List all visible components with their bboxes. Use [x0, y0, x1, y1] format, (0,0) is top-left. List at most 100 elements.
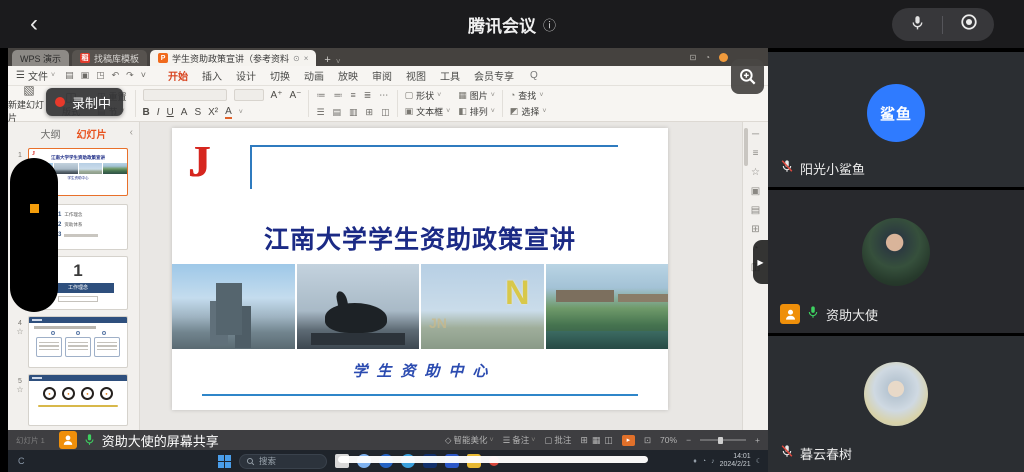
taskbar-widget-icon[interactable]: C	[18, 456, 25, 466]
windows-start-button[interactable]	[218, 455, 231, 468]
align-left-icon[interactable]: ☰	[316, 107, 324, 118]
zoom-out-button[interactable]: −	[686, 435, 691, 445]
italic-button[interactable]: I	[157, 107, 160, 118]
tray-icon[interactable]: ♦	[693, 458, 697, 465]
current-slide[interactable]: J 江南大学学生资助政策宣讲 JNN 学生资助中心	[172, 128, 668, 410]
participant-tile-3[interactable]: 暮云春树	[768, 336, 1024, 472]
notification-icon[interactable]: ☾	[756, 457, 762, 465]
preview-icon[interactable]: ◳	[96, 70, 105, 81]
ribbon-tab-review[interactable]: 审阅	[372, 68, 392, 83]
strikethrough-button[interactable]: S	[194, 107, 201, 118]
collapse-rail-icon[interactable]: ─	[752, 130, 759, 140]
slide-thumbnail-5[interactable]: ● ● ● ●	[28, 374, 128, 426]
ribbon-tab-transition[interactable]: 切换	[270, 68, 290, 83]
columns-icon[interactable]: ⊞	[366, 107, 374, 118]
ribbon-tab-view[interactable]: 视图	[406, 68, 426, 83]
star-icon[interactable]: ☆	[14, 385, 26, 394]
ribbon-tab-design[interactable]: 设计	[236, 68, 256, 83]
vertical-scrollbar[interactable]	[744, 128, 748, 166]
tray-icon[interactable]: ◔	[702, 458, 706, 465]
wps-document-tab-active[interactable]: P 学生资助政策宣讲（参考资料 ⊙ ×	[150, 50, 316, 66]
increase-font-icon[interactable]: A⁺	[271, 90, 283, 101]
screen-share-view[interactable]: WPS 演示 稻 找稿库模板 P 学生资助政策宣讲（参考资料 ⊙ × + ˅ ⊡…	[8, 48, 768, 472]
recording-badge[interactable]: 录制中	[46, 88, 123, 116]
reading-view-icon[interactable]: ◫	[604, 435, 613, 446]
slide-canvas[interactable]: J 江南大学学生资助政策宣讲 JNN 学生资助中心	[140, 122, 742, 430]
floating-toolbar-overlay[interactable]	[10, 158, 58, 312]
star-icon[interactable]: ☆	[14, 327, 26, 336]
ribbon-search-icon[interactable]: Q	[530, 70, 538, 81]
save-icon[interactable]: ▤	[65, 70, 74, 81]
wps-template-tab[interactable]: 稻 找稿库模板	[72, 50, 147, 66]
outdent-icon[interactable]: ≡	[350, 90, 355, 100]
find-button[interactable]: ◔查找˅	[506, 88, 551, 103]
indent-icon[interactable]: ≣	[364, 90, 372, 101]
window-sync-icon[interactable]: ◔	[705, 53, 710, 62]
align-right-icon[interactable]: ▥	[349, 107, 358, 118]
record-icon[interactable]	[960, 13, 978, 36]
tab-outline[interactable]: 大纲	[41, 126, 61, 141]
print-icon[interactable]: ▣	[81, 70, 90, 81]
ribbon-tab-member[interactable]: 会员专享	[474, 68, 514, 83]
notes-button[interactable]: ☰备注˅	[503, 434, 536, 446]
zoom-slider[interactable]	[700, 439, 746, 441]
line-spacing-icon[interactable]: ⋯	[379, 90, 388, 101]
ribbon-tab-home[interactable]: 开始	[168, 68, 188, 83]
participant-tile-1[interactable]: 鲨鱼 阳光小鲨鱼	[768, 52, 1024, 187]
textbox-button[interactable]: ▣文本框˅	[401, 104, 455, 119]
grid-rail-icon[interactable]: ⊞	[751, 225, 759, 235]
smart-beautify-button[interactable]: ◇智能美化˅	[445, 434, 494, 446]
wps-account-avatar[interactable]	[719, 53, 728, 62]
participant-tile-2[interactable]: 资助大使	[768, 190, 1024, 333]
slide-thumbnail-4[interactable]	[28, 316, 128, 368]
properties-icon[interactable]: ≡	[753, 149, 759, 159]
select-button[interactable]: ◩选择˅	[506, 104, 551, 119]
sorter-view-icon[interactable]: ▦	[592, 435, 601, 446]
underline-button[interactable]: U	[167, 107, 174, 118]
close-tab-icon[interactable]: ×	[304, 54, 309, 63]
slideshow-play-button[interactable]: ▸	[622, 435, 635, 446]
normal-view-icon[interactable]: ⊞	[580, 435, 588, 446]
collapse-panel-icon[interactable]: ‹	[130, 127, 133, 138]
arrange-button[interactable]: ◧排列˅	[454, 104, 499, 119]
gallery-icon[interactable]: ▣	[751, 187, 760, 197]
new-slide-button[interactable]: ▧ 新建幻灯片	[8, 86, 50, 121]
zoom-slider-thumb[interactable]	[718, 437, 723, 444]
ribbon-tab-tools[interactable]: 工具	[440, 68, 460, 83]
pin-tab-icon[interactable]: ⊙	[293, 54, 300, 63]
char-format-button[interactable]: A	[181, 107, 188, 118]
panel-expand-handle[interactable]: ▶	[753, 240, 768, 284]
font-size-select[interactable]	[234, 89, 264, 101]
zoom-in-share-button[interactable]	[731, 59, 764, 94]
font-color-button[interactable]: A	[225, 106, 232, 119]
ribbon-tab-insert[interactable]: 插入	[202, 68, 222, 83]
font-family-select[interactable]	[143, 89, 227, 101]
tray-icon[interactable]: ♪	[711, 458, 715, 465]
file-menu[interactable]: ☰ 文件 ˅	[16, 68, 55, 83]
decrease-font-icon[interactable]: A⁻	[289, 90, 301, 101]
text-direction-icon[interactable]: ◫	[381, 107, 390, 118]
taskbar-search[interactable]: 搜索	[239, 454, 327, 469]
tab-slides[interactable]: 幻灯片	[77, 126, 107, 141]
bold-button[interactable]: B	[143, 107, 150, 118]
meeting-info-icon[interactable]: ⓘ	[543, 15, 556, 34]
wps-home-tab[interactable]: WPS 演示	[12, 50, 69, 66]
bullet-list-icon[interactable]: ≔	[316, 90, 325, 101]
tab-list-caret-icon[interactable]: ˅	[336, 57, 341, 66]
align-center-icon[interactable]: ▤	[333, 107, 342, 118]
taskbar-clock[interactable]: 14:01 2024/2/21	[720, 453, 751, 469]
redo-icon[interactable]: ↷	[126, 70, 134, 81]
share-horizontal-scrollbar[interactable]	[338, 456, 648, 463]
shape-button[interactable]: ▢形状˅	[401, 88, 455, 103]
undo-icon[interactable]: ↶	[112, 70, 120, 81]
ribbon-tab-animation[interactable]: 动画	[304, 68, 324, 83]
ribbon-tab-slideshow[interactable]: 放映	[338, 68, 358, 83]
new-tab-button[interactable]: +	[324, 54, 330, 66]
layout-rail-icon[interactable]: ▤	[751, 206, 760, 216]
zoom-in-button[interactable]: +	[755, 435, 760, 445]
font-color-caret-icon[interactable]: ˅	[239, 109, 243, 116]
fullscreen-icon[interactable]: ⊡	[644, 435, 651, 446]
superscript-button[interactable]: X²	[208, 107, 218, 118]
microphone-icon[interactable]	[909, 14, 926, 36]
comment-button[interactable]: ▢批注	[544, 434, 571, 446]
